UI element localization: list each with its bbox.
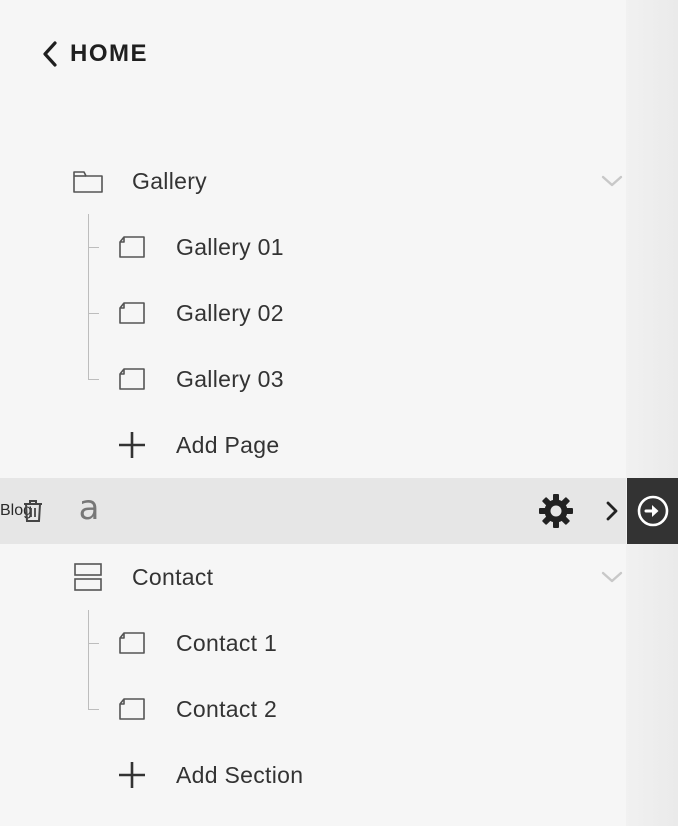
chevron-left-icon: [43, 41, 57, 67]
add-section-button[interactable]: Add Section: [0, 742, 626, 808]
nav-item-label: Gallery 03: [176, 365, 284, 392]
folder-icon: [70, 163, 106, 199]
page-icon: [114, 361, 150, 397]
nav-item-contact-2[interactable]: Contact 2: [0, 676, 626, 742]
nav-item-label: Gallery 02: [176, 299, 284, 326]
blog-icon: a: [78, 488, 100, 528]
plus-icon: [114, 757, 150, 793]
panel-edge: [626, 0, 678, 826]
gear-icon[interactable]: [536, 491, 576, 531]
nav-item-label: Contact 2: [176, 695, 278, 722]
pages-panel: HOME Gallery Gallery 01 Gallery 02 Galle…: [0, 0, 626, 826]
open-page-button[interactable]: [627, 478, 678, 544]
chevron-down-icon[interactable]: [598, 563, 626, 591]
home-back-button[interactable]: HOME: [40, 36, 148, 72]
add-section-label: Add Section: [176, 761, 304, 788]
nav-item-label: Contact: [132, 563, 214, 590]
add-page-label: Add Page: [176, 431, 280, 458]
nav-item-label: Gallery: [132, 167, 207, 194]
page-icon: [114, 295, 150, 331]
chevron-down-icon[interactable]: [598, 167, 626, 195]
plus-icon: [114, 427, 150, 463]
index-icon: [70, 559, 106, 595]
nav-item-contact-1[interactable]: Contact 1: [0, 610, 626, 676]
nav-item-gallery-03[interactable]: Gallery 03: [0, 346, 626, 412]
nav-item-contact[interactable]: Contact: [0, 544, 626, 610]
chevron-right-icon[interactable]: [598, 497, 626, 525]
nav-item-gallery-01[interactable]: Gallery 01: [0, 214, 626, 280]
trash-icon[interactable]: [20, 496, 46, 526]
page-icon: [114, 229, 150, 265]
add-page-button[interactable]: Add Page: [0, 412, 626, 478]
arrow-circle-right-icon: [637, 495, 668, 527]
nav-item-blog[interactable]: a Blog: [0, 478, 626, 544]
nav-item-gallery[interactable]: Gallery: [0, 148, 626, 214]
page-icon: [114, 691, 150, 727]
nav-item-label: Contact 1: [176, 629, 278, 656]
home-label: HOME: [70, 40, 148, 67]
nav-item-gallery-02[interactable]: Gallery 02: [0, 280, 626, 346]
page-icon: [114, 625, 150, 661]
nav-item-label: Gallery 01: [176, 233, 284, 260]
